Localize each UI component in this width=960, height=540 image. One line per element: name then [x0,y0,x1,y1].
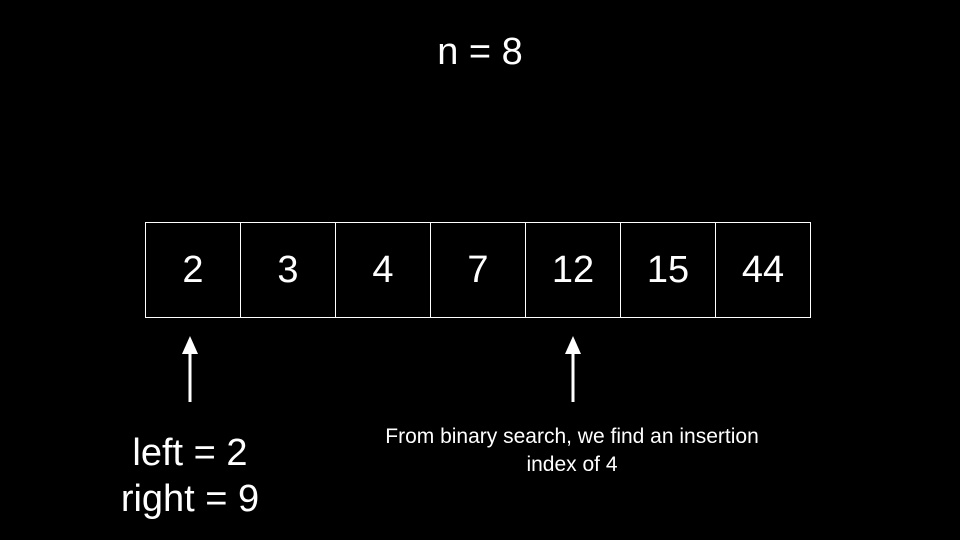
slide: n = 8 2 3 4 7 12 15 44 left = 2 right = … [0,0,960,540]
array-cell: 4 [335,222,431,318]
pointer-labels: left = 2 right = 9 [90,430,290,522]
insertion-note: From binary search, we find an insertion… [342,423,802,479]
array-cell: 7 [430,222,526,318]
insertion-note-line: From binary search, we find an insertion [385,425,759,448]
array: 2 3 4 7 12 15 44 [145,222,811,318]
insertion-note-line: index of 4 [526,453,618,476]
array-cell: 15 [620,222,716,318]
left-pointer-label: left = 2 [132,432,248,474]
array-cell: 2 [145,222,241,318]
array-cell: 12 [525,222,621,318]
array-cell: 44 [715,222,811,318]
n-label: n = 8 [437,31,523,73]
array-cell: 3 [240,222,336,318]
up-arrow-icon [565,336,581,402]
up-arrow-icon [182,336,198,402]
right-pointer-label: right = 9 [120,478,260,520]
